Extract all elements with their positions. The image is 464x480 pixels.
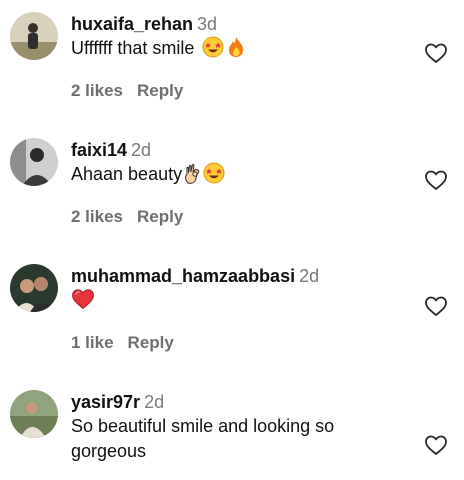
avatar[interactable] (10, 138, 58, 186)
heart-icon[interactable] (424, 169, 448, 191)
avatar[interactable] (10, 12, 58, 60)
username[interactable]: yasir97r (71, 392, 140, 412)
comment-text-content: Uffffff that smile (71, 38, 195, 58)
star-struck-emoji (202, 36, 224, 65)
comment-text: Ahaan beauty (71, 162, 414, 191)
reply-button[interactable]: Reply (137, 207, 183, 227)
avatar[interactable] (10, 264, 58, 312)
timestamp: 3d (197, 14, 218, 34)
ok-hand-emoji (183, 162, 201, 191)
username[interactable]: muhammad_hamzaabbasi (71, 266, 295, 286)
star-struck-emoji (203, 162, 225, 191)
likes-count[interactable]: 1 like (71, 333, 114, 353)
fire-emoji (227, 36, 245, 65)
timestamp: 2d (299, 266, 320, 286)
reply-button[interactable]: Reply (137, 81, 183, 101)
timestamp: 2d (131, 140, 152, 160)
heart-icon[interactable] (424, 295, 448, 317)
red-heart-emoji (71, 288, 95, 317)
comment-text-content: Ahaan beauty (71, 164, 183, 184)
comment-text: So beautiful smile and looking so gorgeo… (71, 414, 411, 464)
reply-button[interactable]: Reply (128, 333, 174, 353)
timestamp: 2d (144, 392, 165, 412)
likes-count[interactable]: 2 likes (71, 207, 123, 227)
comment-text (71, 288, 414, 317)
likes-count[interactable]: 2 likes (71, 81, 123, 101)
username[interactable]: faixi14 (71, 140, 127, 160)
username[interactable]: huxaifa_rehan (71, 14, 193, 34)
heart-icon[interactable] (424, 434, 448, 456)
comment-text: Uffffff that smile (71, 36, 414, 65)
comment-text-content: So beautiful smile and looking so gorgeo… (71, 416, 335, 461)
avatar[interactable] (10, 390, 58, 438)
heart-icon[interactable] (424, 42, 448, 64)
